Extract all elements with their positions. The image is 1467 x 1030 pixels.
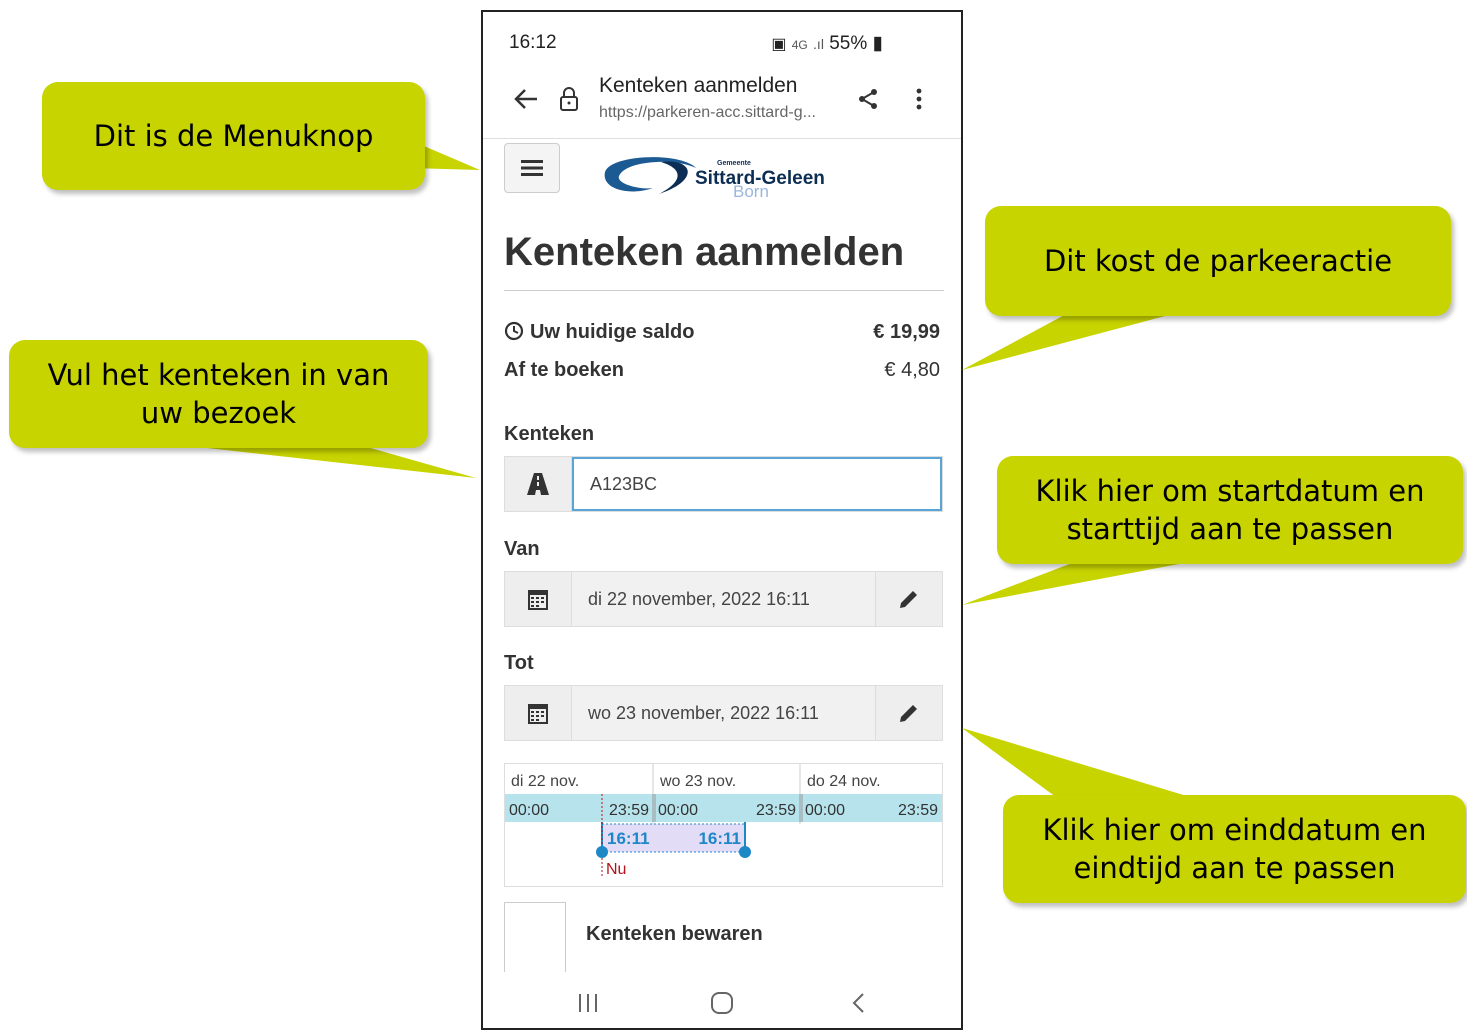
callout-plate: Vul het kenteken in van uw bezoek xyxy=(9,340,428,448)
callout-start: Klik hier om startdatum en starttijd aan… xyxy=(997,456,1463,564)
callout-price: Dit kost de parkeeractie xyxy=(985,206,1451,316)
callout-end: Klik hier om einddatum en eindtijd aan t… xyxy=(1003,795,1466,903)
callout-menu: Dit is de Menuknop xyxy=(42,82,425,190)
